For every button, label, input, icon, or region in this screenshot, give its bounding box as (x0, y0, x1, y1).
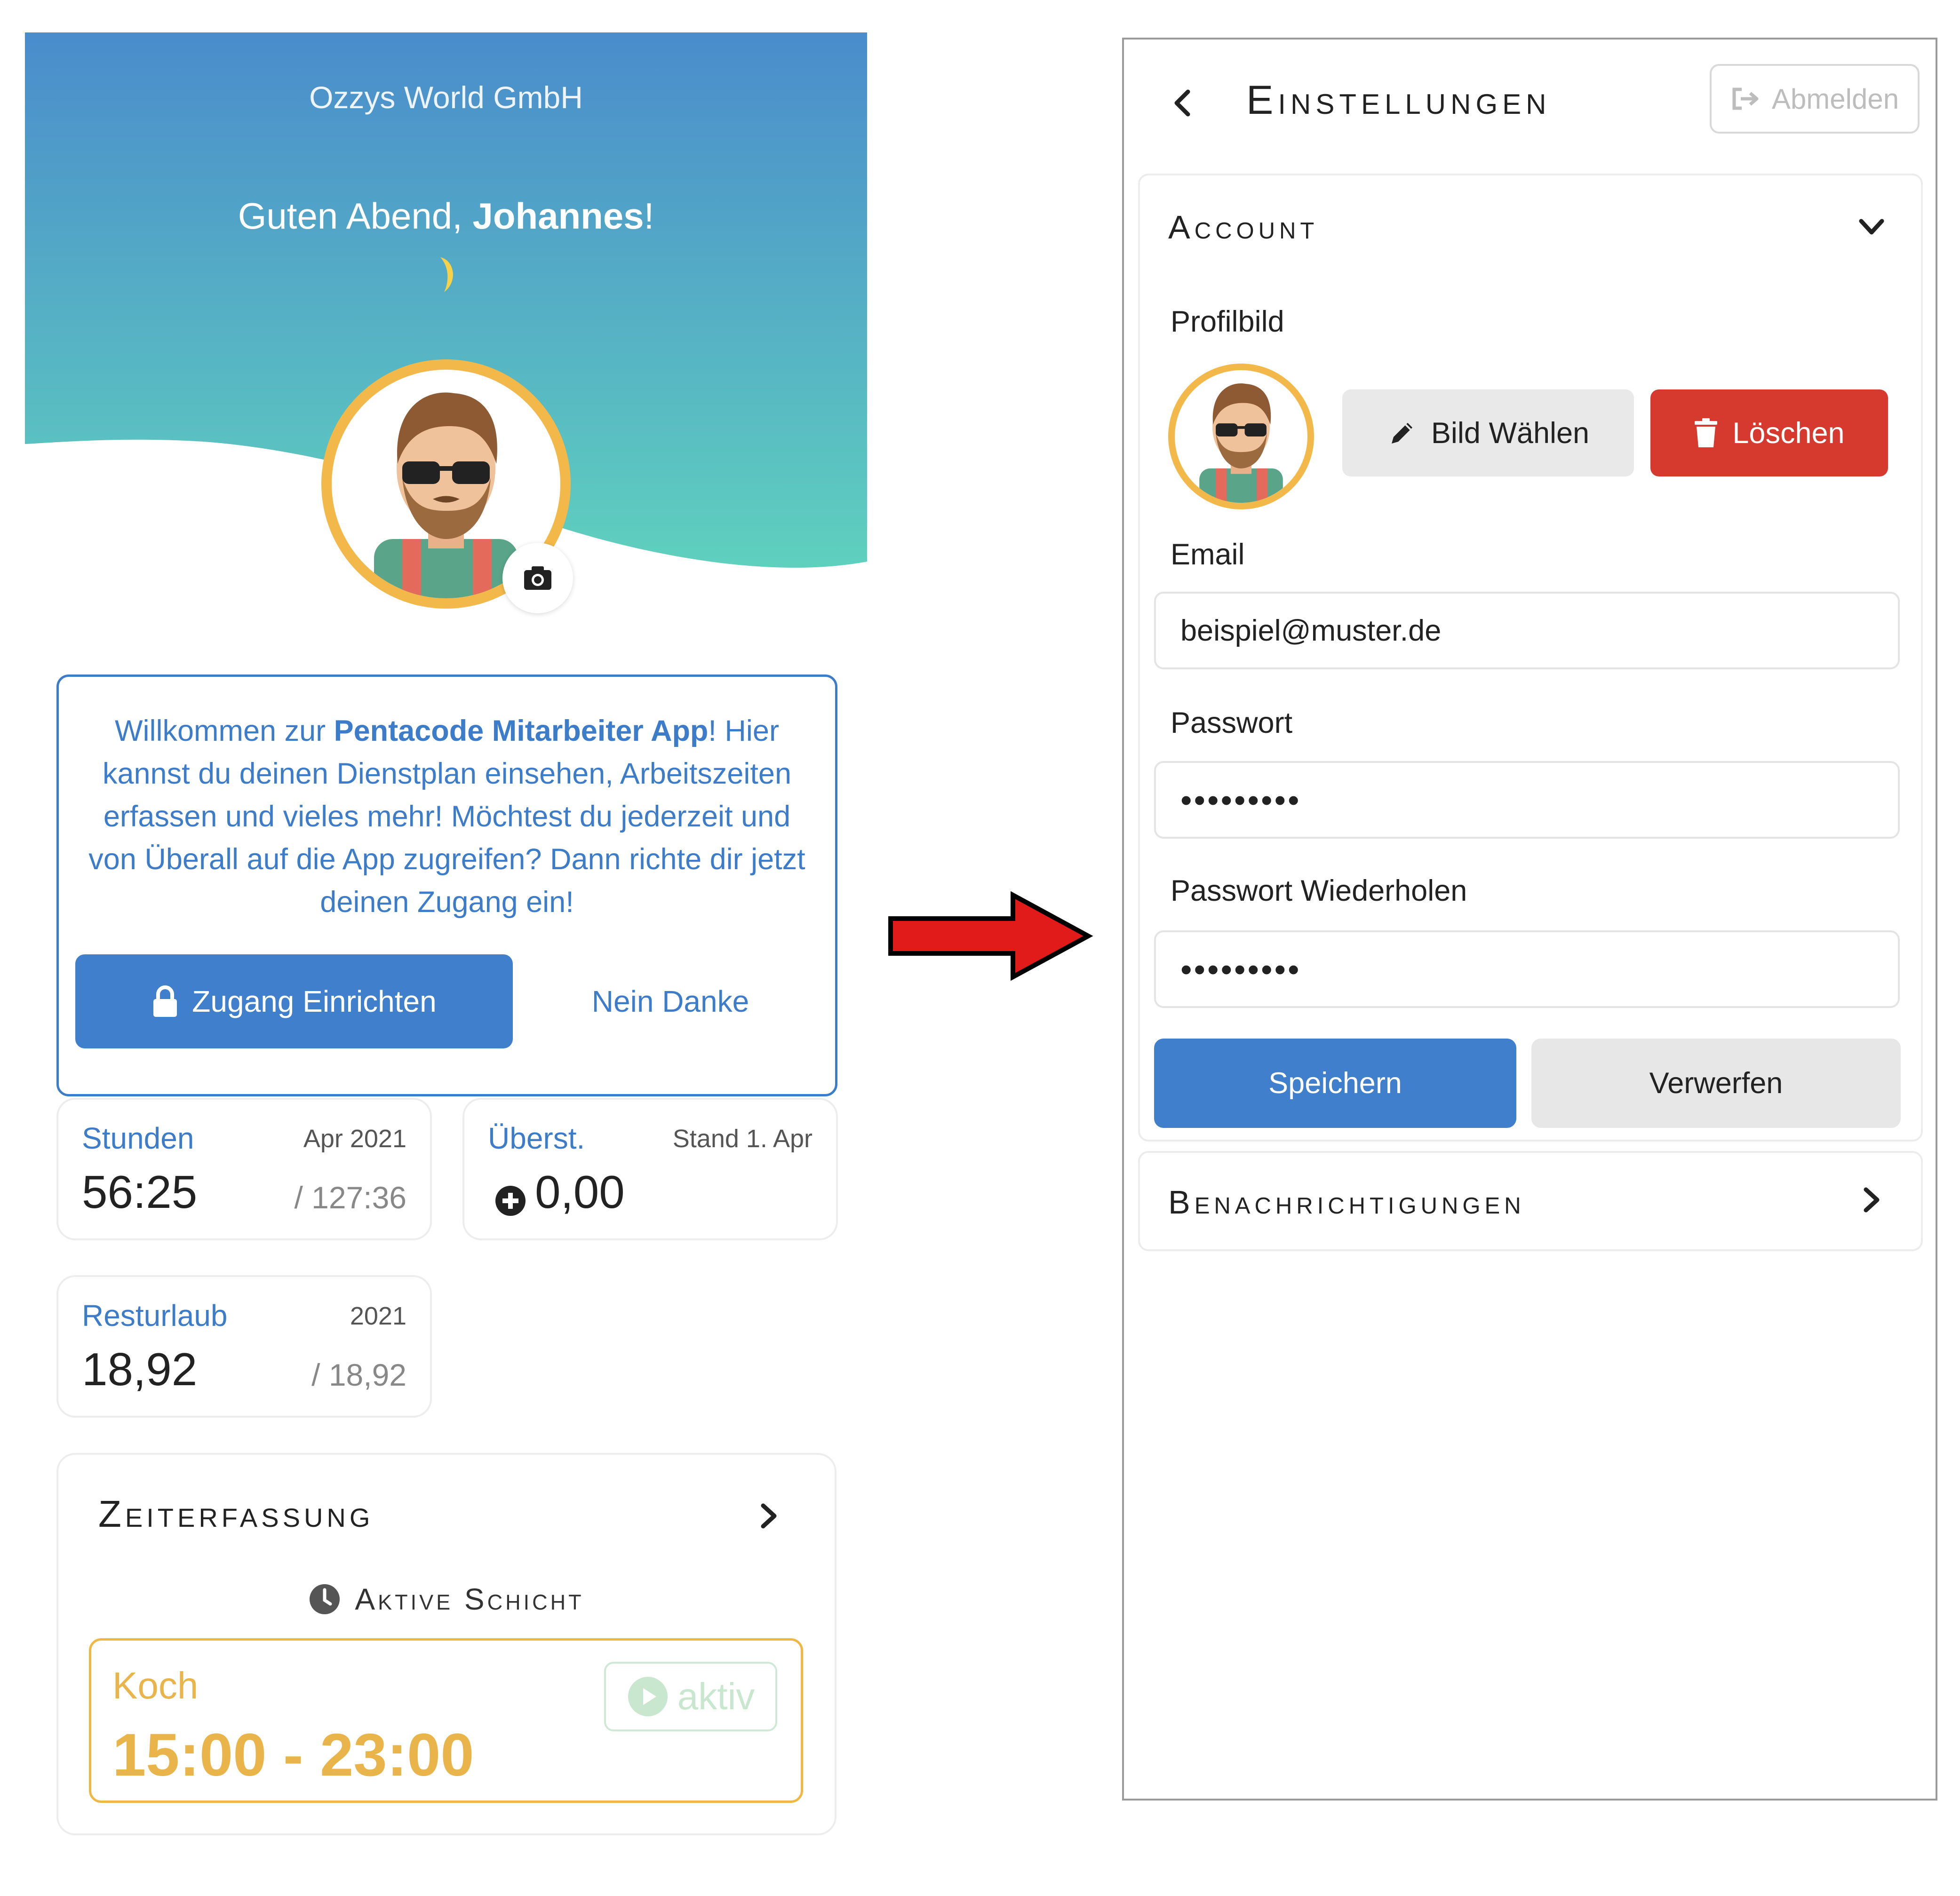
logout-label: Abmelden (1771, 83, 1899, 115)
chevron-right-icon[interactable] (755, 1497, 783, 1535)
active-shift-heading: Aktive Schicht (58, 1582, 835, 1617)
notifications-title: Benachrichtigungen (1168, 1184, 1525, 1221)
save-button[interactable]: Speichern (1154, 1039, 1516, 1128)
time-tracking-title: Zeiterfassung (98, 1493, 374, 1535)
account-section: Account Profilbild Bild Wählen Löschen E… (1138, 174, 1923, 1142)
email-label: Email (1171, 538, 1245, 571)
password-label: Passwort (1171, 706, 1293, 739)
discard-button[interactable]: Verwerfen (1531, 1039, 1901, 1128)
hours-card[interactable]: Stunden Apr 2021 56:25 / 127:36 (56, 1098, 432, 1240)
welcome-banner: Willkommen zur Pentacode Mitarbeiter App… (56, 674, 837, 1096)
welcome-text: Willkommen zur Pentacode Mitarbeiter App… (87, 710, 807, 924)
vacation-total: / 18,92 (311, 1357, 406, 1392)
greeting: Guten Abend, Johannes! (25, 195, 867, 238)
decline-button[interactable]: Nein Danke (534, 954, 807, 1048)
notifications-section[interactable]: Benachrichtigungen (1138, 1151, 1923, 1251)
overtime-card[interactable]: Überst. Stand 1. Apr 0,00 (462, 1098, 838, 1240)
shift-time: 15:00 - 23:00 (112, 1721, 474, 1789)
logout-icon (1732, 87, 1759, 110)
account-title[interactable]: Account (1168, 208, 1318, 246)
home-screen: Ozzys World GmbH Guten Abend, Johannes! (25, 32, 867, 1867)
setup-access-button[interactable]: Zugang Einrichten (75, 954, 513, 1048)
hours-period: Apr 2021 (303, 1125, 406, 1153)
welcome-text-start: Willkommen zur (115, 714, 334, 747)
greeting-name: Johannes (472, 195, 644, 237)
welcome-app-name: Pentacode Mitarbeiter App (334, 714, 709, 747)
hours-total: / 127:36 (294, 1180, 406, 1215)
vacation-card[interactable]: Resturlaub 2021 18,92 / 18,92 (56, 1275, 432, 1418)
choose-image-button[interactable]: Bild Wählen (1342, 389, 1634, 476)
arrow-right-icon (888, 891, 1093, 981)
time-tracking-card[interactable]: Zeiterfassung Aktive Schicht Koch 15:00 … (56, 1453, 837, 1835)
avatar (1168, 364, 1314, 509)
overtime-value: 0,00 (535, 1166, 625, 1218)
company-name: Ozzys World GmbH (309, 80, 583, 115)
trash-icon (1695, 418, 1718, 447)
chevron-down-icon[interactable] (1853, 211, 1890, 244)
logout-button[interactable]: Abmelden (1710, 64, 1920, 134)
camera-icon (524, 566, 551, 590)
status-label: aktiv (677, 1675, 755, 1717)
vacation-value: 18,92 (82, 1343, 198, 1395)
vacation-period: 2021 (350, 1302, 406, 1330)
greeting-suffix: ! (644, 195, 654, 237)
moon-icon (440, 257, 453, 292)
chevron-right-icon[interactable] (1857, 1181, 1886, 1219)
settings-screen: Einstellungen Abmelden Account Profilbil… (1122, 38, 1937, 1801)
choose-image-label: Bild Wählen (1431, 416, 1590, 450)
password-field[interactable]: ••••••••• (1154, 761, 1900, 839)
vacation-title: Resturlaub (82, 1299, 228, 1333)
overtime-title: Überst. (488, 1121, 585, 1155)
profile-picture-label: Profilbild (1171, 305, 1284, 338)
clock-icon (310, 1584, 340, 1614)
overtime-period: Stand 1. Apr (672, 1125, 813, 1153)
greeting-prefix: Guten Abend, (238, 195, 473, 237)
delete-image-label: Löschen (1732, 416, 1845, 450)
password-repeat-label: Passwort Wiederholen (1171, 874, 1467, 907)
setup-access-label: Zugang Einrichten (192, 984, 437, 1018)
hours-value: 56:25 (82, 1166, 198, 1218)
status-badge: aktiv (604, 1662, 777, 1731)
active-shift-label: Aktive Schicht (355, 1582, 584, 1616)
lock-icon (153, 985, 177, 1017)
email-field[interactable]: beispiel@muster.de (1154, 592, 1900, 669)
active-shift-box[interactable]: Koch 15:00 - 23:00 aktiv (89, 1638, 803, 1803)
page-title: Einstellungen (1246, 78, 1551, 123)
plus-circle-icon (495, 1186, 526, 1216)
pencil-icon (1391, 422, 1412, 444)
play-icon (628, 1677, 668, 1716)
avatar-illustration (1199, 383, 1283, 503)
shift-role: Koch (112, 1665, 199, 1706)
hours-title: Stunden (82, 1121, 194, 1155)
change-photo-button[interactable] (502, 543, 573, 613)
chevron-left-icon[interactable] (1171, 84, 1195, 122)
password-repeat-field[interactable]: ••••••••• (1154, 930, 1900, 1008)
delete-image-button[interactable]: Löschen (1650, 389, 1888, 476)
